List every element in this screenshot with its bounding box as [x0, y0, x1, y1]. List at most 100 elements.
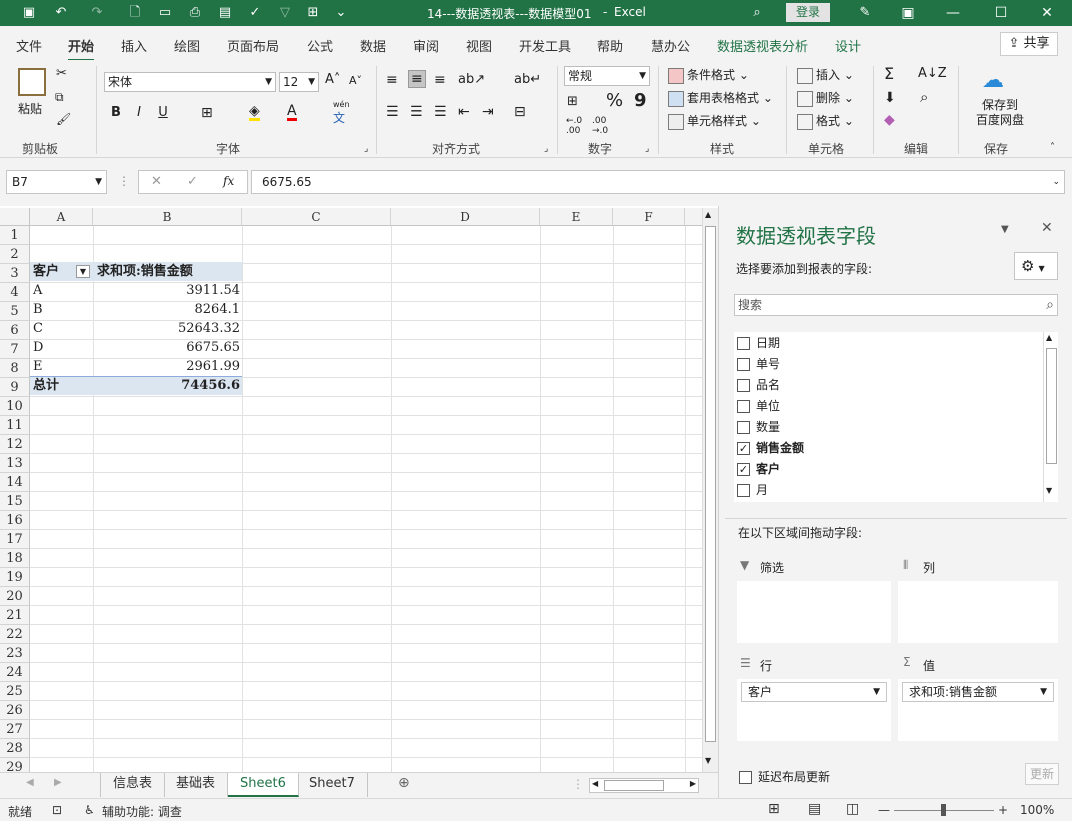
sort-icon[interactable]: ⊞: [304, 4, 322, 22]
dialog-launcher-icon[interactable]: ⌟: [364, 144, 368, 154]
sheet-tab-active[interactable]: Sheet6: [228, 773, 299, 797]
zoom-in-icon[interactable]: +: [998, 803, 1008, 817]
fill-down-icon[interactable]: ⬇: [884, 90, 896, 106]
row-header[interactable]: 15: [0, 492, 30, 511]
scroll-thumb[interactable]: [1046, 348, 1057, 464]
column-header[interactable]: B: [93, 208, 242, 226]
field-search-input[interactable]: 搜索 ⌕: [734, 294, 1058, 316]
row-header[interactable]: 7: [0, 340, 30, 359]
filter-icon[interactable]: ▽: [276, 4, 294, 22]
fill-color-icon[interactable]: ◈: [249, 104, 260, 121]
tab-huibangong[interactable]: 慧办公: [651, 36, 690, 55]
checkbox-checked[interactable]: ✓: [737, 463, 750, 476]
tab-draw[interactable]: 绘图: [174, 36, 200, 55]
field-item-quantity[interactable]: 数量: [737, 418, 780, 435]
tab-page-layout[interactable]: 页面布局: [227, 36, 279, 55]
pane-options-icon[interactable]: ▼: [1001, 224, 1009, 235]
field-item-product[interactable]: 品名: [737, 376, 780, 393]
decrease-indent-icon[interactable]: ⇤: [458, 104, 470, 120]
undo-icon[interactable]: ↶: [52, 4, 70, 22]
row-header[interactable]: 22: [0, 625, 30, 644]
increase-indent-icon[interactable]: ⇥: [482, 104, 494, 120]
formula-input[interactable]: 6675.65 ⌄: [251, 170, 1065, 194]
percent-button[interactable]: %: [606, 90, 623, 111]
open-icon[interactable]: ▭: [156, 4, 174, 22]
zoom-slider-thumb[interactable]: [941, 804, 946, 816]
row-header[interactable]: 12: [0, 435, 30, 454]
columns-area[interactable]: [898, 581, 1058, 643]
tab-design[interactable]: 设计: [835, 36, 861, 55]
field-list-scrollbar[interactable]: ▲ ▼: [1043, 332, 1058, 502]
row-header[interactable]: 4: [0, 283, 30, 302]
field-item-customer[interactable]: ✓ 客户: [737, 460, 780, 477]
row-header[interactable]: 11: [0, 416, 30, 435]
add-sheet-icon[interactable]: ⊕: [398, 775, 410, 791]
align-right-icon[interactable]: ☰: [434, 104, 447, 120]
dialog-launcher-icon[interactable]: ⌟: [645, 144, 649, 154]
customize-qa-icon[interactable]: ⌄: [332, 4, 350, 22]
macro-record-icon[interactable]: ⊡: [52, 803, 62, 817]
scroll-thumb[interactable]: [604, 780, 664, 791]
scroll-up-icon[interactable]: ▲: [1046, 333, 1052, 342]
defer-update-toggle[interactable]: 延迟布局更新: [739, 768, 830, 785]
tab-developer[interactable]: 开发工具: [519, 36, 571, 55]
row-header[interactable]: 28: [0, 739, 30, 758]
align-middle-icon[interactable]: ≡: [408, 70, 426, 88]
row-header[interactable]: 13: [0, 454, 30, 473]
page-break-icon[interactable]: ◫: [846, 801, 859, 817]
search-icon[interactable]: ⌕: [748, 4, 766, 22]
tab-pivot-analyze[interactable]: 数据透视表分析: [717, 36, 808, 55]
scroll-thumb[interactable]: [705, 226, 716, 742]
row-header[interactable]: 14: [0, 473, 30, 492]
field-item-sales-amount[interactable]: ✓ 销售金额: [737, 439, 804, 456]
align-top-icon[interactable]: ≡: [386, 72, 398, 88]
zoom-level[interactable]: 100%: [1020, 803, 1054, 817]
font-color-icon[interactable]: A: [287, 104, 297, 121]
grow-font-icon[interactable]: A˄: [325, 72, 340, 87]
close-button[interactable]: ✕: [1036, 2, 1058, 24]
border-icon[interactable]: ⊞: [201, 105, 213, 121]
save-icon[interactable]: ▣: [20, 4, 38, 22]
select-all-corner[interactable]: [0, 208, 30, 226]
comma-button[interactable]: 9: [634, 90, 647, 111]
format-cells-button[interactable]: 格式 ⌄: [797, 112, 854, 130]
row-header[interactable]: 3: [0, 264, 30, 283]
collapse-ribbon-icon[interactable]: ˄: [1050, 142, 1055, 153]
vertical-scrollbar[interactable]: ▲ ▼: [702, 208, 718, 772]
scroll-right-icon[interactable]: ▶: [690, 779, 696, 788]
scroll-left-icon[interactable]: ◀: [592, 779, 598, 788]
row-header[interactable]: 24: [0, 663, 30, 682]
ribbon-display-icon[interactable]: ▣: [897, 2, 919, 24]
copy-icon[interactable]: ⧉: [55, 90, 64, 105]
sort-filter-icon[interactable]: A↓Z: [918, 66, 947, 81]
enter-icon[interactable]: ✓: [187, 174, 198, 189]
page-layout-icon[interactable]: ▤: [808, 801, 821, 817]
scroll-down-icon[interactable]: ▼: [705, 756, 711, 765]
merge-center-icon[interactable]: ⊟: [514, 104, 526, 120]
decrease-decimal-icon[interactable]: .00 →.0: [592, 116, 608, 136]
autosum-button[interactable]: Σ: [884, 64, 894, 83]
dialog-launcher-icon[interactable]: ⌟: [544, 144, 548, 154]
tab-view[interactable]: 视图: [466, 36, 492, 55]
align-left-icon[interactable]: ☰: [386, 104, 399, 120]
clear-icon[interactable]: ◆: [884, 112, 895, 128]
checkbox-checked[interactable]: ✓: [737, 442, 750, 455]
tab-help[interactable]: 帮助: [597, 36, 623, 55]
checkbox[interactable]: [737, 484, 750, 497]
close-pane-icon[interactable]: ✕: [1041, 220, 1053, 236]
format-painter-icon[interactable]: 🖌: [56, 112, 71, 126]
zoom-out-icon[interactable]: —: [878, 803, 890, 817]
minimize-button[interactable]: —: [942, 2, 964, 24]
sheet-tab[interactable]: Sheet7: [297, 773, 368, 797]
tab-review[interactable]: 审阅: [413, 36, 439, 55]
field-item-unit[interactable]: 单位: [737, 397, 780, 414]
save-to-baidu-button[interactable]: 保存到 百度网盘: [976, 98, 1024, 128]
delete-cells-button[interactable]: 删除 ⌄: [797, 89, 854, 107]
shrink-font-icon[interactable]: A˅: [349, 74, 362, 87]
checkbox[interactable]: [737, 358, 750, 371]
font-size-select[interactable]: 12 ▼: [279, 72, 319, 92]
underline-button[interactable]: U: [154, 105, 172, 120]
column-header[interactable]: F: [613, 208, 685, 226]
row-header[interactable]: 5: [0, 302, 30, 321]
name-box[interactable]: B7 ▼: [6, 170, 107, 194]
